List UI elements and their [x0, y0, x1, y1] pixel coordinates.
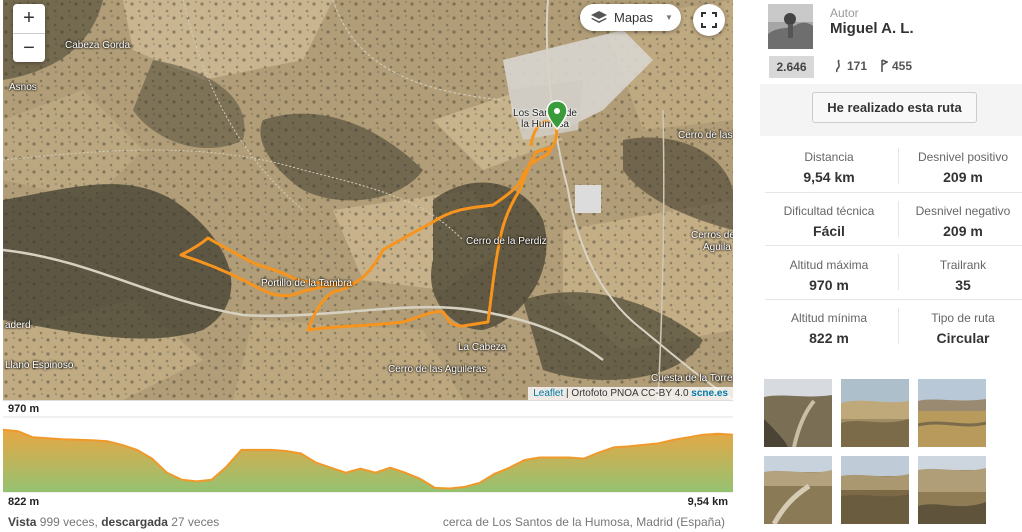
place-label: Cerros de [691, 230, 733, 241]
divider [898, 308, 899, 344]
divider [898, 148, 899, 184]
avatar[interactable] [768, 4, 813, 49]
stat-route-type: Tipo de ruta Circular [931, 311, 995, 346]
map-layers-label: Mapas [614, 10, 654, 25]
divider [765, 245, 1022, 246]
scne-link[interactable]: scne.es [691, 388, 728, 399]
stat-technical-difficulty: Dificultad técnica Fácil [783, 204, 875, 239]
zoom-out-button[interactable]: − [13, 33, 45, 62]
followers-stat[interactable]: 171 [833, 59, 867, 73]
place-label: Cuesta de la Torre [651, 373, 733, 384]
place-label: La Cabeza [458, 342, 507, 353]
route-location: cerca de Los Santos de la Humosa, Madrid… [442, 515, 725, 529]
followers-icon [835, 59, 840, 73]
done-route-button[interactable]: He realizado esta ruta [812, 92, 977, 123]
min-elevation-label: 822 m [8, 496, 40, 508]
place-label: Cerro de las Aguileras [388, 364, 487, 375]
stat-max-altitude: Altitud máxima 970 m [789, 258, 869, 293]
satellite-map-background [3, 0, 733, 400]
elevation-chart [3, 416, 733, 493]
leaflet-link[interactable]: Leaflet [533, 388, 563, 399]
author-name[interactable]: Miguel A. L. [830, 20, 914, 37]
stat-distance: Distancia 9,54 km [803, 150, 855, 185]
route-photo[interactable] [918, 379, 986, 447]
fullscreen-button[interactable] [693, 4, 725, 36]
divider [765, 299, 1022, 300]
author-card: Autor Miguel A. L. 2.646 171 455 [768, 4, 1022, 82]
map[interactable]: Cabeza Gorda Asnos Cerro de las Portillo… [3, 0, 733, 400]
flag-icon [881, 59, 888, 72]
stat-trailrank: Trailrank 35 [939, 258, 987, 293]
elevation-area [3, 429, 733, 492]
place-label: aderd [5, 320, 31, 331]
place-label: Portillo de la Tambra [261, 278, 352, 289]
place-label: Asnos [9, 82, 37, 93]
zoom-control: + − [13, 4, 45, 62]
caret-down-icon: ▼ [665, 13, 673, 22]
divider [898, 201, 899, 237]
done-route-area: He realizado esta ruta [760, 84, 1022, 136]
layers-icon [591, 10, 607, 23]
route-photo[interactable] [764, 456, 832, 524]
map-layers-button[interactable]: Mapas ▼ [580, 4, 681, 31]
author-rank-badge: 2.646 [769, 56, 814, 78]
place-label: Llano Espinoso [5, 360, 74, 371]
route-photo[interactable] [918, 456, 986, 524]
stat-elevation-loss: Desnivel negativo 209 m [915, 204, 1011, 239]
place-label: Aguila [703, 242, 731, 253]
fullscreen-icon [701, 12, 717, 28]
stat-elevation-gain: Desnivel positivo 209 m [917, 150, 1009, 185]
elevation-profile[interactable]: 970 m 822 m 9,54 km [3, 400, 733, 512]
routes-stat[interactable]: 455 [880, 59, 912, 73]
route-photo[interactable] [841, 379, 909, 447]
place-label: Cabeza Gorda [65, 40, 131, 51]
route-photo[interactable] [841, 456, 909, 524]
divider [765, 192, 1022, 193]
zoom-in-button[interactable]: + [13, 4, 45, 33]
max-elevation-label: 970 m [8, 403, 40, 415]
stat-min-altitude: Altitud mínima 822 m [790, 311, 868, 346]
town-label: Los Santos de la Humosa [513, 108, 577, 130]
route-photo[interactable] [764, 379, 832, 447]
divider [898, 254, 899, 290]
map-pin-icon[interactable] [546, 100, 568, 130]
route-details-panel: Autor Miguel A. L. 2.646 171 455 He real… [760, 0, 1022, 532]
place-label: Cerro de las [678, 130, 733, 141]
route-footer: Vista 999 veces, descargada 27 veces cer… [0, 512, 733, 532]
place-label: Cerro de la Perdiz [466, 236, 547, 247]
map-attribution: Leaflet | Ortofoto PNOA CC-BY 4.0 scne.e… [528, 387, 733, 400]
view-stats: Vista 999 veces, descargada 27 veces [8, 515, 220, 529]
distance-end-label: 9,54 km [687, 496, 728, 508]
author-label: Autor [830, 6, 859, 20]
